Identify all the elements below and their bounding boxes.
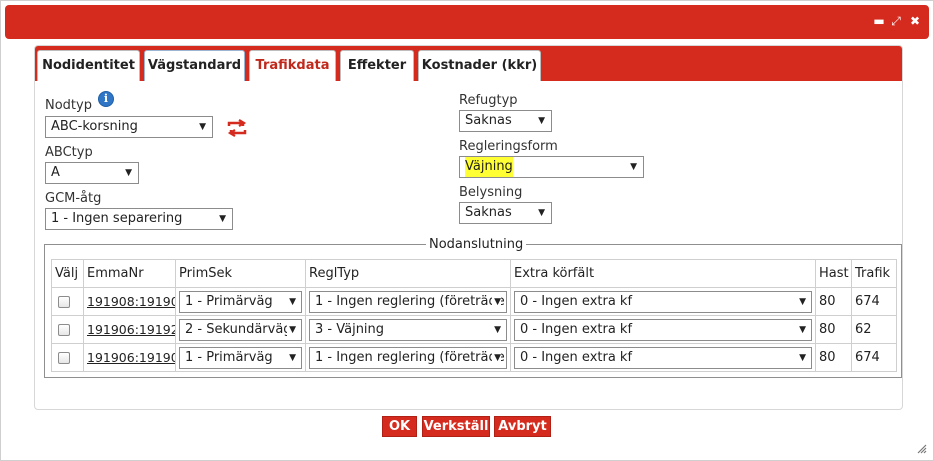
chevron-down-icon: ▼ [492, 291, 501, 312]
regltyp-select[interactable]: 1 - Ingen reglering (företräde ▼ [309, 290, 507, 313]
info-icon[interactable]: i [98, 91, 114, 107]
table-row: 191906:191900 1 - Primärväg ▼ 1 - Ingen r… [51, 343, 897, 372]
belysning-select[interactable]: Saknas ▼ [459, 202, 552, 224]
regltyp-select[interactable]: 3 - Väjning ▼ [309, 318, 507, 341]
close-icon[interactable]: ✖ [908, 13, 922, 29]
regltyp-value: 1 - Ingen reglering (företräde [315, 293, 505, 309]
table-row: 191906:191924 2 - Sekundärväg▼ 3 - Väjni… [51, 315, 897, 344]
chevron-down-icon: ▼ [492, 347, 501, 368]
hast-cell: 80 [815, 315, 852, 344]
column-header-valj: Välj [51, 259, 84, 288]
column-header-emmanr: EmmaNr [83, 259, 176, 288]
chevron-down-icon: ▼ [538, 208, 545, 218]
row-checkbox[interactable] [58, 351, 70, 364]
nodtyp-select[interactable]: ABC-korsning ▼ [45, 116, 213, 138]
primsek-select[interactable]: 1 - Primärväg ▼ [179, 290, 302, 313]
trafik-cell: 674 [851, 343, 897, 372]
primsek-select[interactable]: 1 - Primärväg ▼ [179, 346, 302, 369]
table-row: 191908:191906 1 - Primärväg ▼ 1 - Ingen r… [51, 287, 897, 316]
gcm-label: GCM-åtg [45, 191, 102, 206]
belysning-value: Saknas [465, 205, 512, 220]
extra-korfalt-value: 0 - Ingen extra kf [520, 293, 633, 309]
tab-vagstandard[interactable]: Vägstandard [144, 50, 245, 81]
chevron-down-icon: ▼ [287, 291, 296, 312]
chevron-down-icon: ▼ [219, 214, 226, 224]
dialog: ▬ ⤢ ✖ Nodidentitet Vägstandard Trafikdat… [0, 0, 934, 461]
chevron-down-icon: ▼ [630, 162, 637, 172]
row-checkbox[interactable] [58, 323, 70, 336]
swap-icon[interactable] [226, 119, 248, 137]
row-checkbox[interactable] [58, 295, 70, 308]
chevron-down-icon: ▼ [287, 319, 296, 340]
chevron-down-icon: ▼ [125, 168, 132, 178]
chevron-down-icon: ▼ [797, 319, 806, 340]
regltyp-value: 3 - Väjning [315, 321, 385, 337]
gcm-value: 1 - Ingen separering [51, 211, 183, 226]
primsek-value: 1 - Primärväg [185, 349, 273, 365]
nodtyp-label: Nodtyp [45, 98, 92, 113]
column-header-extra-korfalt: Extra körfält [510, 259, 816, 288]
dialog-titlebar: ▬ ⤢ ✖ [5, 5, 929, 39]
regltyp-select[interactable]: 1 - Ingen reglering (företräde ▼ [309, 346, 507, 369]
extra-korfalt-value: 0 - Ingen extra kf [520, 349, 633, 365]
tab-kostnader[interactable]: Kostnader (kkr) [418, 50, 541, 81]
regltyp-value: 1 - Ingen reglering (företräde [315, 349, 505, 365]
tab-effekter[interactable]: Effekter [340, 50, 414, 81]
chevron-down-icon: ▼ [797, 291, 806, 312]
gcm-select[interactable]: 1 - Ingen separering ▼ [45, 208, 233, 230]
emmanr-link[interactable]: 191906:191900 [87, 350, 175, 365]
extra-korfalt-select[interactable]: 0 - Ingen extra kf ▼ [514, 346, 812, 369]
refugtyp-label: Refugtyp [459, 93, 518, 108]
resize-handle-icon[interactable] [917, 444, 927, 454]
chevron-down-icon: ▼ [287, 347, 296, 368]
primsek-value: 2 - Sekundärväg [185, 321, 292, 337]
emmanr-link[interactable]: 191908:191906 [87, 294, 175, 309]
belysning-label: Belysning [459, 185, 523, 200]
extra-korfalt-select[interactable]: 0 - Ingen extra kf ▼ [514, 318, 812, 341]
chevron-down-icon: ▼ [538, 116, 545, 126]
column-header-hast: Hast [815, 259, 852, 288]
tab-strip: Nodidentitet Vägstandard Trafikdata Effe… [35, 46, 902, 81]
abctyp-label: ABCtyp [45, 145, 93, 160]
ok-button[interactable]: OK [382, 416, 417, 437]
primsek-value: 1 - Primärväg [185, 293, 273, 309]
nodanslutning-legend: Nodanslutning [429, 237, 524, 252]
column-header-trafik: Trafik [851, 259, 897, 288]
trafik-cell: 62 [851, 315, 897, 344]
regleringsform-value: Väjning [465, 157, 513, 177]
primsek-select[interactable]: 2 - Sekundärväg ▼ [179, 318, 302, 341]
tab-nodidentitet[interactable]: Nodidentitet [37, 50, 140, 81]
abctyp-select[interactable]: A ▼ [45, 162, 139, 184]
nodtyp-value: ABC-korsning [51, 119, 138, 134]
column-header-primsek: PrimSek [175, 259, 306, 288]
hast-cell: 80 [815, 287, 852, 316]
chevron-down-icon: ▼ [797, 347, 806, 368]
column-header-regltyp: ReglTyp [305, 259, 511, 288]
maximize-icon[interactable]: ⤢ [889, 13, 903, 29]
refugtyp-value: Saknas [465, 113, 512, 128]
extra-korfalt-select[interactable]: 0 - Ingen extra kf ▼ [514, 290, 812, 313]
abctyp-value: A [51, 165, 60, 180]
hast-cell: 80 [815, 343, 852, 372]
nodanslutning-table: Välj EmmaNr PrimSek ReglTyp Extra körfäl… [51, 259, 897, 372]
chevron-down-icon: ▼ [199, 122, 206, 132]
cancel-button[interactable]: Avbryt [494, 416, 551, 437]
table-header-row: Välj EmmaNr PrimSek ReglTyp Extra körfäl… [51, 259, 897, 288]
chevron-down-icon: ▼ [492, 319, 501, 340]
minimize-icon[interactable]: ▬ [872, 13, 886, 29]
emmanr-link[interactable]: 191906:191924 [87, 322, 175, 337]
tab-trafikdata[interactable]: Trafikdata [249, 50, 336, 81]
extra-korfalt-value: 0 - Ingen extra kf [520, 321, 633, 337]
refugtyp-select[interactable]: Saknas ▼ [459, 110, 552, 132]
apply-button[interactable]: Verkställ [422, 416, 490, 437]
trafik-cell: 674 [851, 287, 897, 316]
regleringsform-select[interactable]: Väjning ▼ [459, 156, 644, 178]
regleringsform-label: Regleringsform [459, 139, 558, 154]
